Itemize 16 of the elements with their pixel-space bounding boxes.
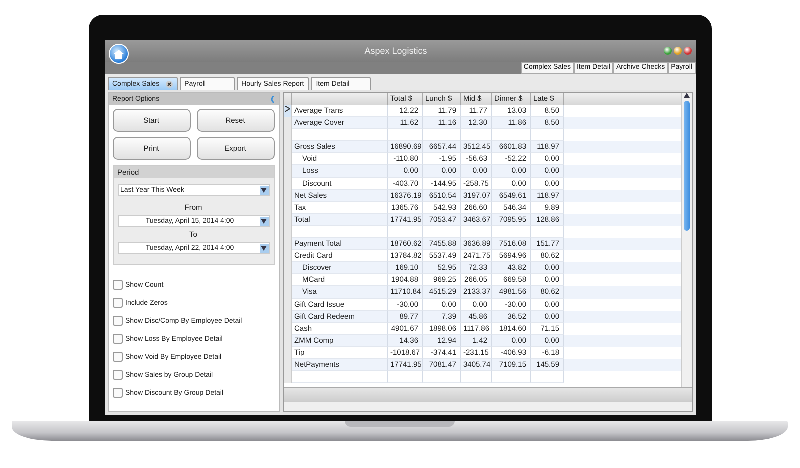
scroll-up-icon: [684, 93, 690, 98]
row-header-cell[interactable]: [284, 117, 292, 130]
row-pointer-icon: [284, 106, 290, 112]
collapse-icon[interactable]: [270, 96, 274, 102]
caret-icon: [260, 244, 268, 252]
window-title: Aspex Logistics: [364, 46, 428, 56]
minimize-icon[interactable]: [674, 47, 682, 55]
caret-icon: [260, 216, 268, 226]
caret-icon: [260, 186, 268, 194]
close-icon[interactable]: [166, 80, 173, 88]
home-logo-icon[interactable]: [108, 44, 128, 64]
close-icon[interactable]: [684, 47, 692, 55]
horizontal-scrollbar[interactable]: [284, 401, 692, 411]
maximize-icon[interactable]: [664, 47, 672, 55]
vertical-scrollbar[interactable]: [680, 93, 692, 387]
row-header-cell[interactable]: [284, 105, 292, 118]
